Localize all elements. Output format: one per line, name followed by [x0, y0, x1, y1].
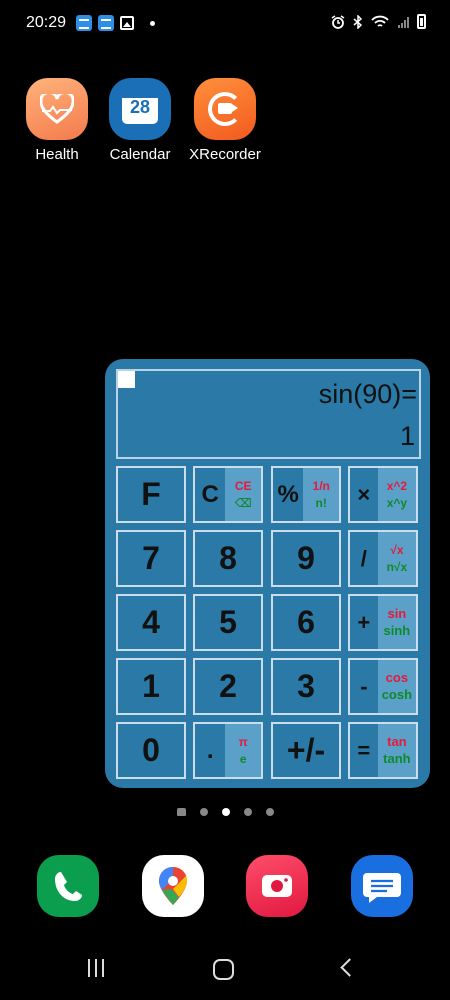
calculator-display: sin(90)= 1 — [116, 369, 421, 459]
key-9[interactable]: 9 — [271, 530, 341, 587]
key-3[interactable]: 3 — [271, 658, 341, 715]
app-calendar[interactable]: 28 Calendar — [95, 78, 185, 163]
display-expression: sin(90)= — [318, 379, 417, 409]
page-indicator[interactable] — [0, 808, 450, 816]
key-multiply-alt: x^2 x^y — [377, 468, 416, 521]
backspace-icon: ⌫ — [234, 496, 252, 510]
app-label: Health — [35, 146, 79, 163]
back-icon[interactable] — [340, 958, 359, 977]
key-c-alt: CE ⌫ — [225, 468, 261, 521]
key-4[interactable]: 4 — [116, 594, 186, 651]
key-plus-alt: sin sinh — [377, 596, 416, 649]
dock-messages[interactable] — [351, 855, 413, 917]
status-time: 20:29 — [26, 14, 67, 31]
dock-phone[interactable] — [37, 855, 99, 917]
recent-apps-icon[interactable] — [88, 959, 108, 979]
key-plus[interactable]: + sin sinh — [348, 594, 418, 651]
camera-icon — [262, 875, 292, 897]
health-heart-icon — [26, 78, 88, 140]
app-health[interactable]: Health — [12, 78, 102, 163]
news-notification-icon — [98, 15, 115, 31]
page-dot — [265, 808, 274, 816]
key-7[interactable]: 7 — [116, 530, 186, 587]
key-f[interactable]: F — [116, 466, 186, 523]
calendar-date: 28 — [129, 97, 151, 117]
dock-maps[interactable] — [142, 855, 204, 917]
key-divide[interactable]: / √x n√x — [348, 530, 418, 587]
key-percent-alt: 1/n n! — [303, 468, 339, 521]
app-xrecorder[interactable]: XRecorder — [180, 78, 270, 163]
status-bar: 20:29 — [0, 0, 450, 50]
key-sign[interactable]: +/- — [271, 722, 341, 779]
wifi-icon — [371, 15, 389, 27]
resize-handle[interactable] — [118, 371, 135, 388]
app-label: Calendar — [109, 146, 171, 163]
signal-icon — [398, 16, 409, 28]
key-percent[interactable]: % 1/n n! — [271, 466, 341, 523]
key-minus[interactable]: - cos cosh — [348, 658, 418, 715]
status-right — [331, 14, 426, 29]
alarm-icon — [331, 14, 345, 29]
navigation-bar — [0, 940, 450, 1000]
screen-recorder-icon — [194, 78, 256, 140]
display-result: 1 — [399, 421, 415, 451]
battery-icon — [417, 14, 426, 29]
key-c[interactable]: C CE ⌫ — [193, 466, 263, 523]
maps-pin-icon — [159, 867, 187, 905]
news-notification-icon — [76, 15, 93, 31]
key-minus-alt: cos cosh — [377, 660, 416, 713]
key-equals[interactable]: = tan tanh — [348, 722, 418, 779]
key-divide-alt: √x n√x — [377, 532, 416, 585]
key-5[interactable]: 5 — [193, 594, 263, 651]
gallery-icon — [120, 16, 135, 30]
calculator-widget: sin(90)= 1 F C CE ⌫ % 1/n n! × x^2 x^y 7… — [105, 359, 430, 788]
home-icon[interactable] — [213, 959, 234, 980]
key-2[interactable]: 2 — [193, 658, 263, 715]
key-dot-alt: π e — [225, 724, 261, 777]
bluetooth-icon — [353, 14, 363, 29]
dot-icon — [150, 20, 156, 26]
status-left: 20:29 — [26, 14, 156, 32]
key-equals-alt: tan tanh — [377, 724, 416, 777]
key-0[interactable]: 0 — [116, 722, 186, 779]
page-dot — [243, 808, 252, 816]
page-dot — [199, 808, 208, 816]
key-6[interactable]: 6 — [271, 594, 341, 651]
key-multiply[interactable]: × x^2 x^y — [348, 466, 418, 523]
messages-icon — [363, 873, 401, 903]
page-dot-active — [221, 808, 230, 816]
phone-icon — [55, 872, 82, 901]
app-label: XRecorder — [189, 146, 261, 163]
key-1[interactable]: 1 — [116, 658, 186, 715]
dock-camera[interactable] — [246, 855, 308, 917]
key-8[interactable]: 8 — [193, 530, 263, 587]
calendar-icon: 28 — [109, 78, 171, 140]
page-dot-home — [176, 808, 186, 816]
key-dot[interactable]: . π e — [193, 722, 263, 779]
